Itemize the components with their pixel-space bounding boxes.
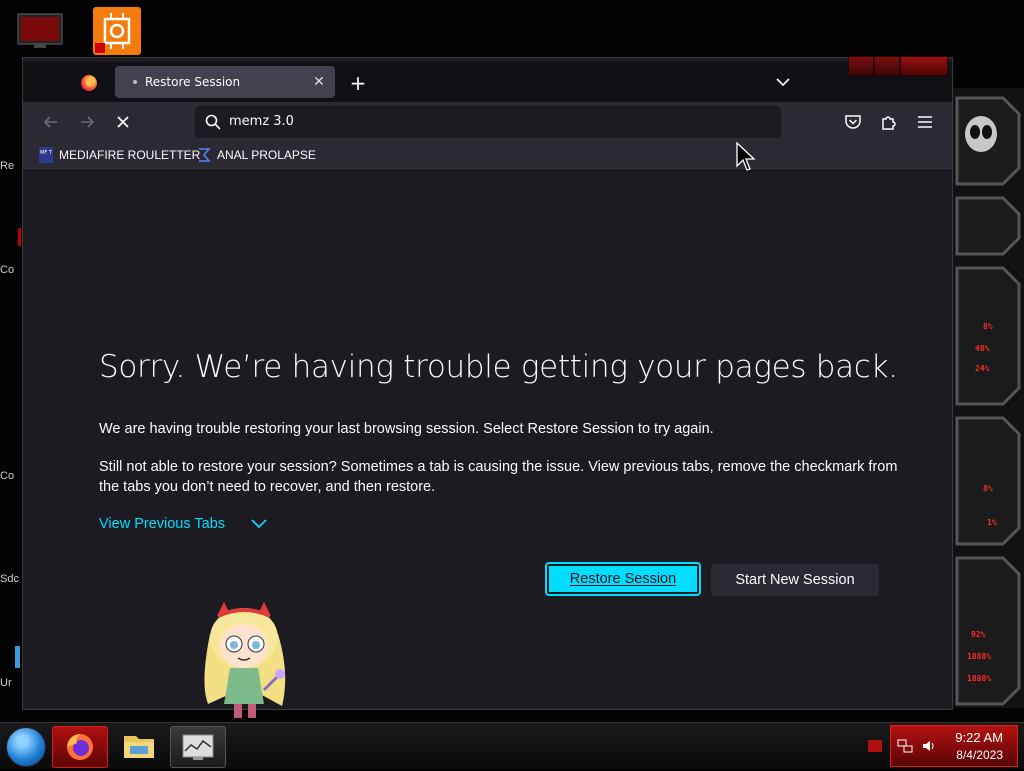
monitor-icon: [182, 734, 214, 760]
desktop-red-marker: [18, 228, 21, 246]
maximize-button[interactable]: [874, 56, 900, 76]
minimize-button[interactable]: [848, 56, 874, 76]
taskbar-system-monitor-button[interactable]: [170, 726, 226, 768]
hud-value: 92%: [971, 630, 986, 639]
url-bar[interactable]: memz 3.0: [195, 106, 781, 138]
folder-icon: [124, 736, 154, 758]
desktop-icon-label: Re: [0, 160, 15, 172]
hud-value: 1%: [987, 518, 997, 527]
bookmark-anal-prolapse[interactable]: ANAL PROLAPSE: [197, 147, 316, 163]
start-button[interactable]: [6, 727, 46, 767]
taskbar: 9:22 AM 8/4/2023: [0, 722, 1024, 769]
search-icon: [205, 114, 221, 130]
start-new-session-button[interactable]: Start New Session: [711, 564, 879, 596]
hud-value: 1888%: [967, 652, 992, 661]
bookmarks-toolbar: MF T MEDIAFIRE ROULETTER ANAL PROLAPSE: [23, 142, 952, 171]
restore-session-button[interactable]: Restore Session: [545, 562, 701, 596]
error-help-text: Still not able to restore your session? …: [99, 459, 898, 495]
mediafire-favicon-icon: MF T: [39, 147, 53, 163]
close-tab-icon[interactable]: ✕: [309, 74, 329, 90]
desktop-blue-marker: [15, 646, 20, 668]
navigation-toolbar: memz 3.0: [23, 102, 952, 142]
tab-indicator-dot: [133, 80, 137, 84]
pocket-icon[interactable]: [841, 110, 865, 134]
back-icon[interactable]: [39, 110, 63, 134]
page-title: Sorry. We’re having trouble getting your…: [99, 349, 898, 385]
view-previous-tabs-label: View Previous Tabs: [99, 516, 226, 532]
hud-value: 8%: [983, 322, 993, 331]
hud-value: 1888%: [967, 674, 992, 683]
network-icon[interactable]: [897, 738, 913, 754]
bookmark-mediafire-rouletter[interactable]: MF T MEDIAFIRE ROULETTER: [39, 147, 200, 163]
system-tray: 9:22 AM 8/4/2023: [890, 725, 1018, 767]
hud-value: 48%: [975, 344, 990, 353]
stop-icon[interactable]: [111, 110, 135, 134]
tab-restore-session[interactable]: Restore Session ✕: [115, 66, 335, 98]
desktop-icon-label: Co: [0, 470, 15, 482]
hud-value: 8%: [983, 484, 993, 493]
clock-date[interactable]: 8/4/2023: [956, 748, 1003, 762]
hud-value: 24%: [975, 364, 990, 373]
favicon-text: MF T: [40, 150, 53, 156]
action-center-flag-icon[interactable]: [868, 740, 882, 752]
desktop-icon-label: Sdc: [0, 573, 19, 585]
menu-icon[interactable]: [913, 110, 937, 134]
error-description: We are having trouble restoring your las…: [99, 421, 714, 437]
forward-icon[interactable]: [75, 110, 99, 134]
window-caption-buttons: [848, 56, 948, 76]
extensions-icon[interactable]: [877, 110, 901, 134]
url-text[interactable]: memz 3.0: [229, 114, 294, 129]
tab-title: Restore Session: [145, 75, 241, 89]
bookmark-label: ANAL PROLAPSE: [217, 148, 316, 162]
monitor-desktop-icon[interactable]: [16, 10, 64, 52]
cartoon-mascot-image: [190, 594, 298, 722]
cpu-app-desktop-icon[interactable]: [93, 7, 141, 55]
taskbar-file-explorer-button[interactable]: [112, 726, 166, 766]
bookmark-label: MEDIAFIRE ROULETTER: [59, 148, 201, 162]
chevron-down-icon[interactable]: [773, 72, 793, 92]
firefox-window: Restore Session ✕ + memz 3.0 MF T MEDIAF…: [22, 57, 953, 710]
sigma-favicon-icon: [199, 148, 211, 162]
clock-time[interactable]: 9:22 AM: [955, 730, 1003, 745]
desktop-icon-label: Co: [0, 264, 15, 276]
firefox-icon: [67, 734, 93, 760]
desktop-icon-label: Ur: [0, 677, 12, 689]
new-tab-button[interactable]: +: [345, 70, 371, 96]
system-monitor-gadget: 8% 48% 24% 8% 1% 92% 1888% 1888%: [953, 88, 1024, 708]
chevron-down-icon: [251, 519, 267, 529]
volume-icon[interactable]: [921, 738, 937, 754]
close-window-button[interactable]: [900, 56, 948, 76]
mouse-cursor-icon: [736, 142, 756, 171]
view-previous-tabs-toggle[interactable]: View Previous Tabs: [99, 516, 267, 532]
taskbar-firefox-button[interactable]: [52, 726, 108, 768]
firefox-icon[interactable]: [81, 75, 97, 91]
tab-strip: Restore Session ✕ +: [23, 62, 952, 102]
restore-session-page: Sorry. We’re having trouble getting your…: [27, 171, 948, 705]
